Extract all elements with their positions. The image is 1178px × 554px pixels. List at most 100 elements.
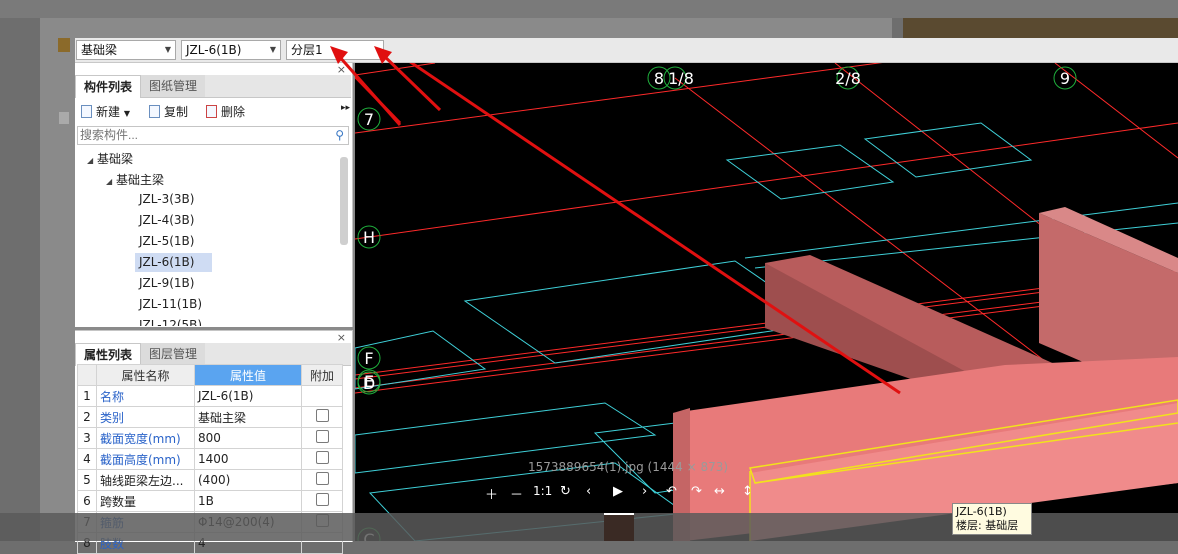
column-header-index <box>77 364 97 386</box>
collapse-icon[interactable]: ◢ <box>106 177 112 186</box>
component-type-select[interactable]: 基础梁 ▼ <box>76 40 176 60</box>
property-name: 跨数量 <box>96 490 195 512</box>
tab-property-list[interactable]: 属性列表 <box>75 343 142 366</box>
property-value[interactable]: (400) <box>194 469 302 491</box>
component-search[interactable]: ⚲ <box>77 126 349 145</box>
property-extra <box>301 427 343 449</box>
copy-label: 复制 <box>164 105 189 119</box>
play-icon[interactable]: ▶ <box>613 484 623 499</box>
property-row[interactable]: 1 名称 JZL-6(1B) <box>77 385 343 407</box>
property-name: 名称 <box>96 385 195 407</box>
tree-scrollbar[interactable] <box>340 157 348 245</box>
axis-label-top: 9 <box>1060 69 1070 88</box>
property-value[interactable]: 800 <box>194 427 302 449</box>
image-thumbnail[interactable] <box>604 514 634 541</box>
background-top-strip <box>0 0 1178 18</box>
rotate-icon[interactable]: ↻ <box>560 484 571 499</box>
property-row[interactable]: 4 截面高度(mm) 1400 <box>77 448 343 470</box>
extra-checkbox[interactable] <box>315 409 329 422</box>
property-name: 截面宽度(mm) <box>96 427 195 449</box>
chevron-down-icon: ▼ <box>269 45 276 54</box>
property-extra <box>301 406 343 428</box>
property-index: 4 <box>77 448 97 470</box>
annotation-arrow-overlay <box>330 46 442 126</box>
collapse-icon[interactable]: ◢ <box>87 156 93 165</box>
property-name: 轴线距梁左边... <box>96 469 195 491</box>
axis-label-top: 2/8 <box>835 69 861 88</box>
component-list-panel: × 构件列表 图纸管理 新建 ▼ 复制 删除 ▸▸ ⚲ ◢ 基础梁 ◢ 基础主梁… <box>75 63 353 327</box>
new-label: 新建 <box>96 105 121 119</box>
prev-icon[interactable]: ‹ <box>586 484 591 499</box>
component-value: JZL-6(1B) <box>186 43 242 57</box>
zoom-out-icon[interactable]: － <box>510 484 523 503</box>
extra-checkbox[interactable] <box>315 430 329 443</box>
property-row[interactable]: 6 跨数量 1B <box>77 490 343 512</box>
tab-drawing-management[interactable]: 图纸管理 <box>141 75 206 97</box>
delete-button[interactable]: 删除 <box>206 103 245 120</box>
tree-root[interactable]: ◢ 基础梁 <box>87 150 133 167</box>
3d-viewport[interactable]: 81/82/897HFEDC <box>355 63 1178 541</box>
search-icon[interactable]: ⚲ <box>335 128 344 142</box>
property-index: 3 <box>77 427 97 449</box>
tab-layer-management[interactable]: 图层管理 <box>141 343 206 365</box>
property-index: 2 <box>77 406 97 428</box>
flip-horizontal-icon[interactable]: ↔ <box>714 484 725 499</box>
extra-checkbox[interactable] <box>315 493 329 506</box>
property-extra <box>301 469 343 491</box>
thumbnail-indicator <box>604 513 634 515</box>
tab-component-list[interactable]: 构件列表 <box>75 75 142 98</box>
background-text-fragment <box>59 112 69 124</box>
background-image-card <box>903 18 1178 38</box>
tree-item[interactable]: JZL-3(3B) <box>139 192 194 206</box>
extra-checkbox[interactable] <box>315 472 329 485</box>
axis-label-top: 8 <box>654 69 664 88</box>
property-extra <box>301 490 343 512</box>
tree-item[interactable]: JZL-12(5B) <box>139 318 202 326</box>
delete-icon <box>206 105 217 118</box>
tree-item-selected[interactable]: JZL-6(1B) <box>135 253 212 272</box>
tooltip-line-2: 楼层: 基础层 <box>956 519 1019 532</box>
property-value[interactable]: 1B <box>194 490 302 512</box>
tree-item[interactable]: JZL-9(1B) <box>139 276 194 290</box>
tree-item[interactable]: JZL-5(1B) <box>139 234 194 248</box>
search-input[interactable] <box>78 127 322 143</box>
property-panel-tabs: 属性列表 图层管理 <box>75 343 351 366</box>
tree-group-label: 基础主梁 <box>115 173 164 187</box>
property-row[interactable]: 2 类别 基础主梁 <box>77 406 343 428</box>
extra-checkbox[interactable] <box>315 451 329 464</box>
property-value[interactable]: 1400 <box>194 448 302 470</box>
axis-label-left: H <box>363 228 375 247</box>
property-value[interactable]: JZL-6(1B) <box>194 385 302 407</box>
copy-icon <box>149 105 160 118</box>
property-extra <box>301 385 343 407</box>
component-select[interactable]: JZL-6(1B) ▼ <box>181 40 281 60</box>
axis-label-left: F <box>364 349 373 368</box>
tree-group[interactable]: ◢ 基础主梁 <box>106 171 164 188</box>
property-index: 5 <box>77 469 97 491</box>
background-avatar <box>58 38 70 52</box>
flip-vertical-icon[interactable]: ↕ <box>742 484 753 499</box>
viewport-canvas: 81/82/897HFEDC <box>355 63 1178 541</box>
tree-item[interactable]: JZL-11(1B) <box>139 297 202 311</box>
tree-item[interactable]: JZL-4(3B) <box>139 213 194 227</box>
property-row[interactable]: 3 截面宽度(mm) 800 <box>77 427 343 449</box>
zoom-in-icon[interactable]: ＋ <box>485 484 498 503</box>
axis-label-top: 1/8 <box>668 69 694 88</box>
column-header-extra: 附加 <box>301 364 343 386</box>
property-extra <box>301 448 343 470</box>
column-header-value: 属性值 <box>194 364 302 386</box>
rotate-left-icon[interactable]: ↶ <box>666 484 677 499</box>
component-tooltip: JZL-6(1B) 楼层: 基础层 <box>952 503 1032 535</box>
property-value[interactable]: 基础主梁 <box>194 406 302 428</box>
copy-button[interactable]: 复制 <box>149 103 188 120</box>
new-button[interactable]: 新建 ▼ <box>81 103 130 120</box>
actual-size-button[interactable]: 1:1 <box>533 484 552 498</box>
tooltip-line-1: JZL-6(1B) <box>956 505 1007 518</box>
rotate-right-icon[interactable]: ↷ <box>691 484 702 499</box>
new-file-icon <box>81 105 92 118</box>
layer-value: 分层1 <box>291 43 323 57</box>
next-icon[interactable]: › <box>642 484 647 499</box>
property-row[interactable]: 5 轴线距梁左边... (400) <box>77 469 343 491</box>
property-index: 1 <box>77 385 97 407</box>
component-actions: 新建 ▼ 复制 删除 ▸▸ <box>75 99 351 123</box>
